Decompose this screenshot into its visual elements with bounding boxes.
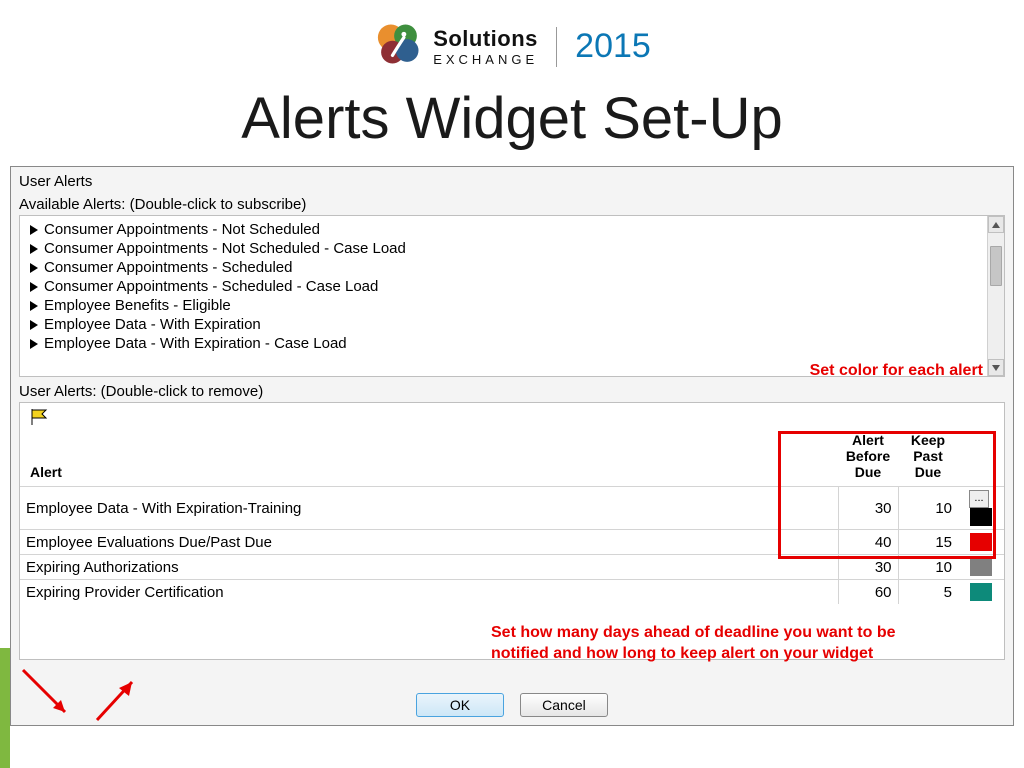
dialog-title: User Alerts [13,169,1011,194]
available-alert-item[interactable]: Consumer Appointments - Not Scheduled - … [20,239,1004,258]
color-annotation: Set color for each alert [810,362,983,380]
keep-past-cell[interactable]: 10 [898,487,958,530]
list-item-label: Consumer Appointments - Scheduled [44,259,292,276]
keep-past-cell[interactable]: 10 [898,555,958,580]
col-past: Keep Past Due [898,430,958,487]
color-swatch [970,558,992,576]
page-title: Alerts Widget Set-Up [0,85,1024,152]
expand-icon [30,282,38,292]
alert-name-cell: Expiring Authorizations [20,555,838,580]
table-row[interactable]: Employee Data - With Expiration-Training… [20,487,1004,530]
dialog-buttons: OK Cancel [11,693,1013,717]
expand-icon [30,301,38,311]
brand-divider [556,27,557,67]
list-item-label: Employee Benefits - Eligible [44,297,231,314]
alert-before-cell[interactable]: 30 [838,555,898,580]
expand-icon [30,263,38,273]
color-swatch [970,533,992,551]
color-swatch [970,583,992,601]
alert-name-cell: Employee Data - With Expiration-Training [20,487,838,530]
expand-icon [30,339,38,349]
slide-edge-decoration [0,648,10,768]
brand-icon [373,18,425,75]
expand-icon [30,244,38,254]
brand-year: 2015 [575,27,651,66]
available-alert-item[interactable]: Employee Benefits - Eligible [20,296,1004,315]
brand-top: Solutions [433,26,538,52]
list-item-label: Consumer Appointments - Not Scheduled [44,221,320,238]
alert-before-cell[interactable]: 40 [838,530,898,555]
available-alerts-label: Available Alerts: (Double-click to subsc… [13,194,1011,215]
ok-button[interactable]: OK [416,693,504,717]
table-row[interactable]: Expiring Authorizations3010 [20,555,1004,580]
brand-bottom: Exchange [433,52,538,67]
user-alerts-label: User Alerts: (Double-click to remove) [13,381,1011,402]
user-alerts-table-container: Alert Alert Before Due Keep Past Due Emp… [19,402,1005,660]
color-cell[interactable] [958,555,1004,580]
scroll-down-button[interactable] [988,359,1004,376]
alert-before-cell[interactable]: 30 [838,487,898,530]
col-before: Alert Before Due [838,430,898,487]
col-color [958,430,1004,487]
color-cell[interactable] [958,530,1004,555]
days-annotation: Set how many days ahead of deadline you … [491,623,921,665]
cancel-button[interactable]: Cancel [520,693,608,717]
flag-icon [20,403,1004,430]
available-alert-item[interactable]: Consumer Appointments - Scheduled - Case… [20,277,1004,296]
available-alerts-list[interactable]: Consumer Appointments - Not Scheduled Con… [19,215,1005,377]
color-swatch [970,508,992,526]
color-cell[interactable] [958,580,1004,605]
expand-icon [30,320,38,330]
brand-logo: Solutions Exchange 2015 [0,18,1024,75]
keep-past-cell[interactable]: 5 [898,580,958,605]
brand-text: Solutions Exchange [433,26,538,67]
list-item-label: Employee Data - With Expiration [44,316,261,333]
list-item-label: Consumer Appointments - Scheduled - Case… [44,278,378,295]
scroll-up-button[interactable] [988,216,1004,233]
scrollbar[interactable] [987,216,1004,376]
available-alert-item[interactable]: Consumer Appointments - Not Scheduled [20,220,1004,239]
color-cell[interactable]: ... [958,487,1004,530]
alert-before-cell[interactable]: 60 [838,580,898,605]
user-alerts-table: Alert Alert Before Due Keep Past Due Emp… [20,430,1004,604]
user-alerts-dialog: User Alerts Available Alerts: (Double-cl… [10,166,1014,726]
alert-name-cell: Expiring Provider Certification [20,580,838,605]
alert-name-cell: Employee Evaluations Due/Past Due [20,530,838,555]
table-row[interactable]: Expiring Provider Certification605 [20,580,1004,605]
expand-icon [30,225,38,235]
available-alert-item[interactable]: Employee Data - With Expiration - Case L… [20,334,1004,353]
slide-header: Solutions Exchange 2015 Alerts Widget Se… [0,0,1024,152]
color-picker-button[interactable]: ... [969,490,989,508]
list-item-label: Consumer Appointments - Not Scheduled - … [44,240,406,257]
keep-past-cell[interactable]: 15 [898,530,958,555]
available-alert-item[interactable]: Employee Data - With Expiration [20,315,1004,334]
list-item-label: Employee Data - With Expiration - Case L… [44,335,347,352]
col-alert: Alert [20,430,838,487]
scroll-thumb[interactable] [990,246,1002,286]
available-alert-item[interactable]: Consumer Appointments - Scheduled [20,258,1004,277]
table-row[interactable]: Employee Evaluations Due/Past Due4015 [20,530,1004,555]
